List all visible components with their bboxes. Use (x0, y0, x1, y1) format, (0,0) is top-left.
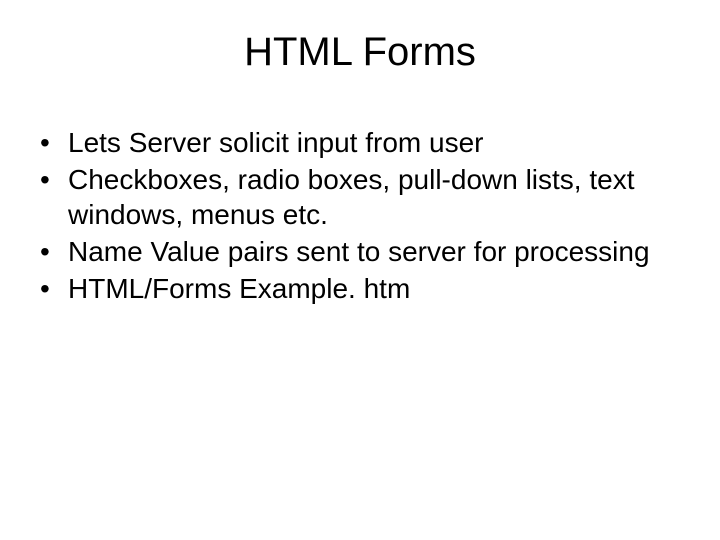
bullet-item: Name Value pairs sent to server for proc… (40, 234, 690, 269)
bullet-item: Checkboxes, radio boxes, pull-down lists… (40, 162, 690, 232)
bullet-list: Lets Server solicit input from user Chec… (30, 125, 690, 306)
slide-title: HTML Forms (30, 30, 690, 75)
bullet-item: Lets Server solicit input from user (40, 125, 690, 160)
bullet-item: HTML/Forms Example. htm (40, 271, 690, 306)
